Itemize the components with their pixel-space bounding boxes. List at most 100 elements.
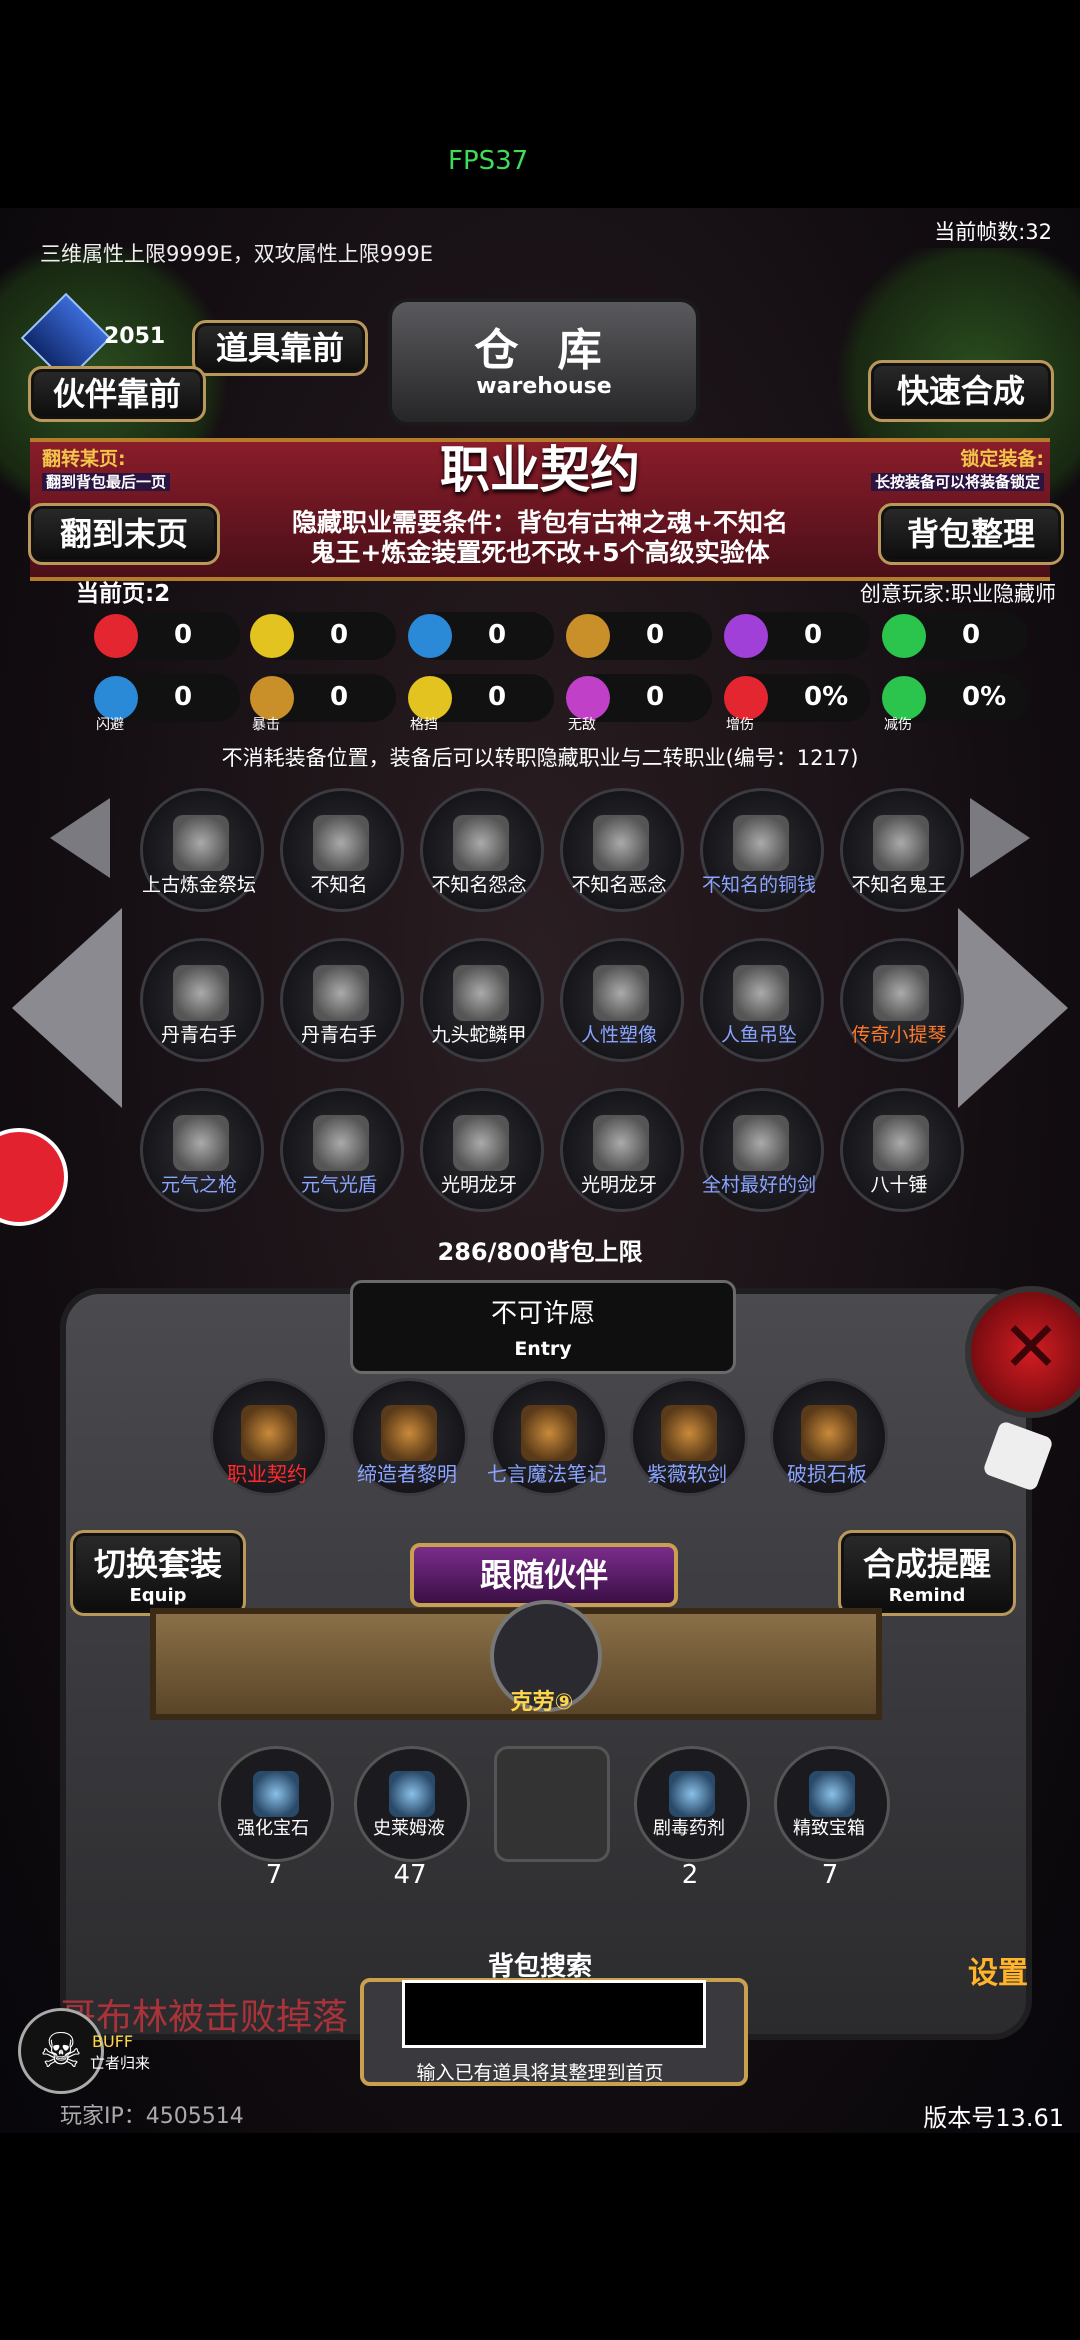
strength-icon xyxy=(250,614,294,658)
armor-icon xyxy=(408,614,452,658)
consumable-slot[interactable] xyxy=(494,1746,610,1862)
next-small-arrow-icon[interactable] xyxy=(970,798,1030,878)
consumable-slot[interactable] xyxy=(634,1746,750,1862)
inventory-item-label: 丹青右手 xyxy=(160,1024,237,1046)
inventory-item-label: 元气光盾 xyxy=(300,1174,377,1196)
ghost-icon xyxy=(453,815,509,871)
consumable-label: 精致宝箱 xyxy=(793,1818,865,1839)
soft-sword-icon xyxy=(661,1405,717,1461)
entry-subtitle: Entry xyxy=(514,1338,572,1360)
close-icon[interactable]: ✕ xyxy=(965,1286,1080,1418)
consumable-count: 47 xyxy=(393,1860,427,1890)
user-avatar-icon[interactable] xyxy=(0,1128,68,1226)
inventory-item-label: 不知名鬼王 xyxy=(851,874,947,896)
inventory-item-label: 不知名怨念 xyxy=(431,874,527,896)
fire-spirit-icon xyxy=(313,815,369,871)
inventory-item-label: 上古炼金祭坛 xyxy=(141,874,256,896)
stat-value: 0 xyxy=(646,682,665,712)
stat-label: 格挡 xyxy=(410,717,438,733)
inventory-item-label: 九头蛇鳞甲 xyxy=(431,1024,527,1046)
stat-value: 0% xyxy=(804,682,849,712)
settings-button[interactable]: 设置 xyxy=(948,1948,1048,1992)
inventory-item-label: 光明龙牙 xyxy=(440,1174,517,1196)
warehouse-plate: 仓 库 warehouse xyxy=(388,298,700,426)
item-description: 不消耗装备位置，装备后可以转职隐藏职业与二转职业(编号：1217) xyxy=(221,746,859,770)
stat-value: 0 xyxy=(174,682,193,712)
items-front-button[interactable]: 道具靠前 xyxy=(192,320,368,376)
lock-equipment-label: 锁定装备: xyxy=(960,448,1044,470)
spear-icon xyxy=(173,1115,229,1171)
last-page-button[interactable]: 翻到末页 xyxy=(28,503,220,565)
hammer-icon xyxy=(873,1115,929,1171)
equipped-item-label: 破损石板 xyxy=(787,1462,867,1486)
hilt-icon xyxy=(381,1405,437,1461)
clover-icon xyxy=(882,614,926,658)
inventory-item-label: 八十锤 xyxy=(870,1174,928,1196)
next-page-arrow-icon[interactable] xyxy=(958,908,1068,1108)
player-ip: 玩家IP：4505514 xyxy=(60,2104,244,2129)
search-input[interactable] xyxy=(402,1980,706,2048)
glove-icon xyxy=(313,965,369,1021)
consumable-slot[interactable] xyxy=(218,1746,334,1862)
consumable-label: 强化宝石 xyxy=(237,1818,309,1839)
sort-bag-button[interactable]: 背包整理 xyxy=(878,503,1064,565)
stat-value: 0 xyxy=(488,620,507,650)
version-number: 版本号13.61 xyxy=(923,2104,1064,2132)
prev-page-arrow-icon[interactable] xyxy=(12,908,122,1108)
lock-equipment-hint: 长按装备可以将装备锁定 xyxy=(870,473,1044,491)
consumable-count: 2 xyxy=(681,1860,699,1890)
chest-icon xyxy=(809,1771,855,1817)
consumable-label: 史莱姆液 xyxy=(373,1818,445,1839)
stat-value: 0% xyxy=(962,682,1007,712)
green-gem-icon xyxy=(253,1771,299,1817)
statue-icon xyxy=(593,965,649,1021)
consumable-slot[interactable] xyxy=(774,1746,890,1862)
hydra-armor-icon xyxy=(453,965,509,1021)
fps-counter: FPS37 xyxy=(448,146,529,176)
gem-slab-icon xyxy=(801,1405,857,1461)
inventory-item-label: 传奇小提琴 xyxy=(851,1024,947,1046)
companion-title: 跟随伙伴 xyxy=(410,1543,678,1607)
stat-label: 无敌 xyxy=(568,717,596,733)
craft-remind-sub: Remind xyxy=(888,1585,966,1606)
sword-icon xyxy=(733,1115,789,1171)
stat-value: 0 xyxy=(330,682,349,712)
attribute-limit-note: 三维属性上限9999E，双攻属性上限999E xyxy=(40,242,434,266)
skull-buff-icon[interactable]: ☠ xyxy=(18,2008,104,2094)
craft-remind-button[interactable]: 合成提醒 Remind xyxy=(838,1530,1016,1616)
quick-craft-button[interactable]: 快速合成 xyxy=(868,360,1054,422)
inventory-item-label: 光明龙牙 xyxy=(580,1174,657,1196)
partners-front-button[interactable]: 伙伴靠前 xyxy=(28,366,206,422)
craft-remind-label: 合成提醒 xyxy=(862,1545,991,1583)
fang-icon xyxy=(593,1115,649,1171)
consumable-slot[interactable] xyxy=(354,1746,470,1862)
fang-icon xyxy=(453,1115,509,1171)
inventory-item-label: 不知名 xyxy=(310,874,368,896)
requirement-line-2: 鬼王+炼金装置死也不改+5个高级实验体 xyxy=(310,538,770,567)
poison-icon xyxy=(669,1771,715,1817)
book-icon xyxy=(521,1405,577,1461)
switch-set-button[interactable]: 切换套装 Equip xyxy=(70,1530,246,1616)
violin-icon xyxy=(873,965,929,1021)
requirement-line-1: 隐藏职业需要条件：背包有古神之魂+不知名 xyxy=(292,508,788,537)
stat-label: 增伤 xyxy=(726,717,754,733)
requirement-text: 隐藏职业需要条件：背包有古神之魂+不知名 鬼王+炼金装置死也不改+5个高级实验体 xyxy=(270,508,810,568)
switch-set-label: 切换套装 xyxy=(93,1545,222,1583)
pendant-icon xyxy=(733,965,789,1021)
creator-credit: 创意玩家:职业隐藏师 xyxy=(859,582,1056,606)
inventory-item-label: 不知名恶念 xyxy=(571,874,667,896)
ghost-king-icon xyxy=(873,815,929,871)
consumable-count: 7 xyxy=(821,1860,839,1890)
potion-icon xyxy=(389,1771,435,1817)
switch-set-sub: Equip xyxy=(129,1585,187,1606)
current-fps: 当前帧数:32 xyxy=(934,220,1052,244)
scroll-icon xyxy=(241,1405,297,1461)
glove-icon xyxy=(173,965,229,1021)
search-hint: 输入已有道具将其整理到首页 xyxy=(416,2062,664,2084)
warehouse-title: 仓 库 xyxy=(474,325,614,376)
stat-value: 0 xyxy=(646,620,665,650)
prev-small-arrow-icon[interactable] xyxy=(50,798,110,878)
heart-icon xyxy=(94,614,138,658)
warehouse-subtitle: warehouse xyxy=(476,374,612,399)
inventory-item-label: 人鱼吊坠 xyxy=(720,1024,797,1046)
